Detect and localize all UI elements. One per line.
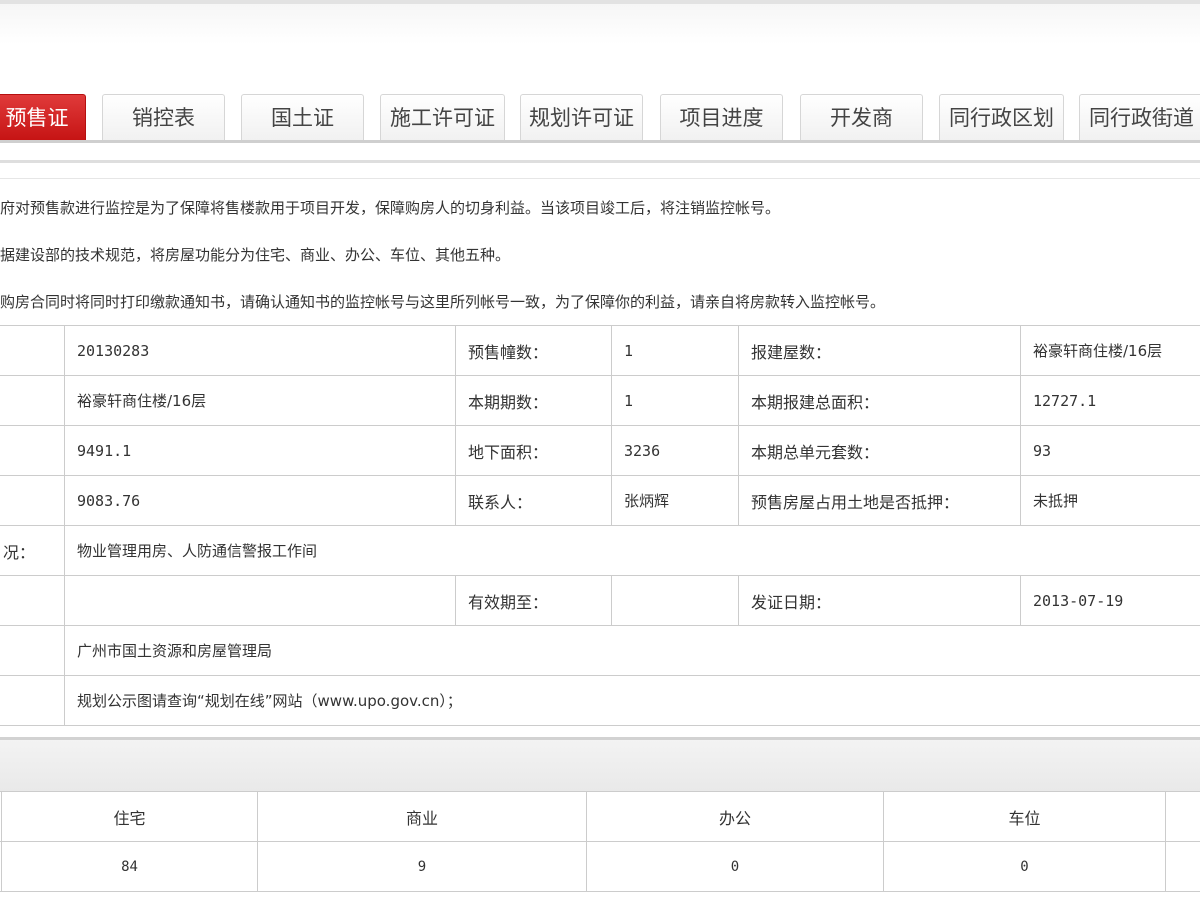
function-value-office: 0 bbox=[586, 841, 884, 892]
table-row: 裕豪轩商住楼/16层 本期期数： 1 本期报建总面积： 12727.1 bbox=[0, 375, 1200, 426]
phase-value: 1 bbox=[611, 375, 739, 426]
total-area-value: 12727.1 bbox=[1020, 375, 1200, 426]
function-value-other bbox=[1165, 841, 1200, 892]
permit-info-table: 20130283 预售幢数： 1 报建屋数： 裕豪轩商住楼/16层 裕豪轩商住楼… bbox=[0, 325, 1200, 726]
contact-value: 张炳辉 bbox=[611, 475, 739, 526]
notice-function-types: 据建设部的技术规范，将房屋功能分为住宅、商业、办公、车位、其他五种。 bbox=[0, 246, 511, 264]
land-mortgage-value: 未抵押 bbox=[1020, 475, 1200, 526]
underground-area-label: 地下面积： bbox=[455, 425, 612, 476]
function-value-parking: 0 bbox=[883, 841, 1166, 892]
issue-date-value: 2013-07-19 bbox=[1020, 575, 1200, 626]
content-divider-thin bbox=[0, 178, 1200, 179]
tab-divider bbox=[0, 140, 1200, 143]
function-header-office: 办公 bbox=[586, 791, 884, 842]
table-row: 84 9 0 0 bbox=[0, 841, 1200, 892]
tab-sales-control[interactable]: 销控表 bbox=[102, 94, 225, 140]
issuing-authority-value: 广州市国土资源和房屋管理局 bbox=[64, 625, 1200, 676]
blank-value bbox=[64, 575, 456, 626]
tab-construction-permit[interactable]: 施工许可证 bbox=[380, 94, 505, 140]
remarks-value: 规划公示图请查询“规划在线”网站（www.upo.gov.cn）； bbox=[64, 675, 1200, 726]
table-row: 20130283 预售幢数： 1 报建屋数： 裕豪轩商住楼/16层 bbox=[0, 325, 1200, 376]
row-label bbox=[0, 675, 65, 726]
table-row: 9491.1 地下面积： 3236 本期总单元套数： 93 bbox=[0, 425, 1200, 476]
ground-area-value: 9491.1 bbox=[64, 425, 456, 476]
table-row: 况： 物业管理用房、人防通信警报工作间 bbox=[0, 525, 1200, 576]
total-units-value: 93 bbox=[1020, 425, 1200, 476]
row-label bbox=[0, 475, 65, 526]
tab-same-street[interactable]: 同行政街道 bbox=[1079, 94, 1200, 140]
function-header-other bbox=[1165, 791, 1200, 842]
valid-until-value bbox=[611, 575, 739, 626]
underground-area-value: 3236 bbox=[611, 425, 739, 476]
valid-until-label: 有效期至： bbox=[455, 575, 612, 626]
building-name-value: 裕豪轩商住楼/16层 bbox=[64, 375, 456, 426]
contact-label: 联系人： bbox=[455, 475, 612, 526]
reported-buildings-value: 裕豪轩商住楼/16层 bbox=[1020, 325, 1200, 376]
phase-label: 本期期数： bbox=[455, 375, 612, 426]
row-label: 况： bbox=[0, 525, 65, 576]
table-row: 9083.76 联系人： 张炳辉 预售房屋占用土地是否抵押： 未抵押 bbox=[0, 475, 1200, 526]
function-section-header bbox=[0, 737, 1200, 791]
tab-bar: 预售证 销控表 国土证 施工许可证 规划许可证 项目进度 开发商 同行政区划 同… bbox=[0, 94, 1200, 140]
top-banner bbox=[0, 0, 1200, 62]
total-units-label: 本期总单元套数： bbox=[738, 425, 1021, 476]
tab-planning-permit[interactable]: 规划许可证 bbox=[520, 94, 643, 140]
table-row: 规划公示图请查询“规划在线”网站（www.upo.gov.cn）； bbox=[0, 675, 1200, 726]
issue-date-label: 发证日期： bbox=[738, 575, 1021, 626]
row-label bbox=[0, 425, 65, 476]
function-breakdown-table: 住宅 商业 办公 车位 84 9 0 0 bbox=[0, 791, 1200, 892]
total-area-label: 本期报建总面积： bbox=[738, 375, 1021, 426]
row-label bbox=[0, 375, 65, 426]
reported-buildings-label: 报建屋数： bbox=[738, 325, 1021, 376]
presale-buildings-value: 1 bbox=[611, 325, 739, 376]
land-mortgage-label: 预售房屋占用土地是否抵押： bbox=[738, 475, 1021, 526]
tab-developer[interactable]: 开发商 bbox=[800, 94, 923, 140]
tab-presale-permit[interactable]: 预售证 bbox=[0, 94, 86, 140]
table-header-row: 住宅 商业 办公 车位 bbox=[0, 791, 1200, 842]
row-label bbox=[0, 575, 65, 626]
tab-same-district[interactable]: 同行政区划 bbox=[939, 94, 1064, 140]
function-value-residential: 84 bbox=[1, 841, 258, 892]
row-label bbox=[0, 325, 65, 376]
permit-number-value: 20130283 bbox=[64, 325, 456, 376]
function-value-commercial: 9 bbox=[257, 841, 587, 892]
presale-permit-page: 预售证 销控表 国土证 施工许可证 规划许可证 项目进度 开发商 同行政区划 同… bbox=[0, 0, 1200, 900]
notice-supervision: 府对预售款进行监控是为了保障将售楼款用于项目开发，保障购房人的切身利益。当该项目… bbox=[0, 199, 781, 217]
content-divider bbox=[0, 160, 1200, 163]
presale-area-value: 9083.76 bbox=[64, 475, 456, 526]
function-header-parking: 车位 bbox=[883, 791, 1166, 842]
tab-land-certificate[interactable]: 国土证 bbox=[241, 94, 364, 140]
table-row: 广州市国土资源和房屋管理局 bbox=[0, 625, 1200, 676]
function-header-commercial: 商业 bbox=[257, 791, 587, 842]
table-row: 有效期至： 发证日期： 2013-07-19 bbox=[0, 575, 1200, 626]
presale-buildings-label: 预售幢数： bbox=[455, 325, 612, 376]
function-header-residential: 住宅 bbox=[1, 791, 258, 842]
excluded-rooms-value: 物业管理用房、人防通信警报工作间 bbox=[64, 525, 1200, 576]
row-label bbox=[0, 625, 65, 676]
notice-payment: 购房合同时将同时打印缴款通知书，请确认通知书的监控帐号与这里所列帐号一致，为了保… bbox=[0, 293, 886, 311]
tab-project-progress[interactable]: 项目进度 bbox=[660, 94, 783, 140]
